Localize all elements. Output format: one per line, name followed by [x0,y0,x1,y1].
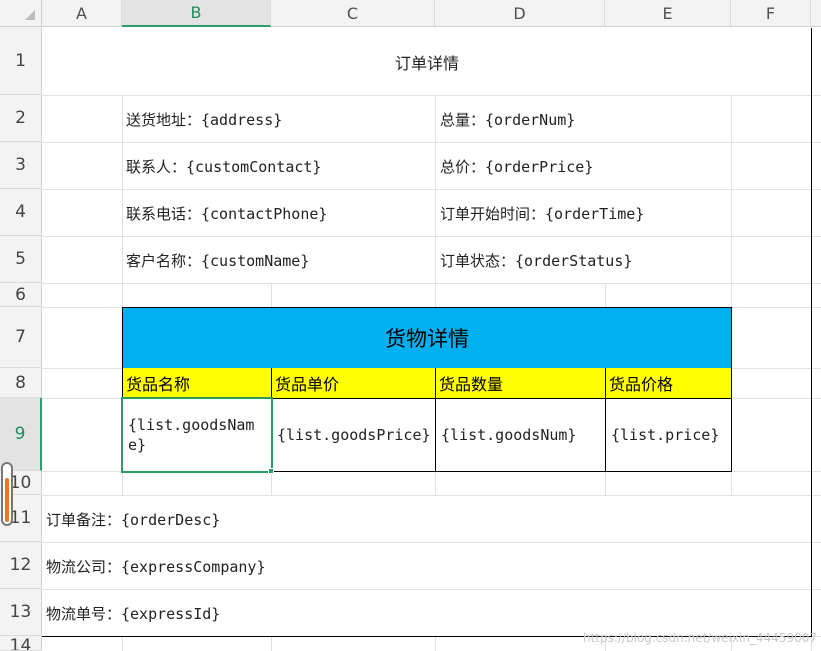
column-header-b[interactable]: B [122,0,271,27]
column-header-a[interactable]: A [42,0,122,27]
order-status-cell[interactable]: 订单状态：{orderStatus} [440,237,731,283]
express-company-cell[interactable]: 物流公司：{expressCompany} [46,543,806,589]
row-header-9[interactable]: 9 [0,398,42,471]
row-header-2[interactable]: 2 [0,95,42,142]
total-price-cell[interactable]: 总价：{orderPrice} [440,143,731,189]
select-all-icon [25,10,35,20]
contact-cell[interactable]: 联系人：{customContact} [126,143,435,189]
row-header-3[interactable]: 3 [0,142,42,189]
goods-price-header[interactable]: 货品单价 [272,368,436,399]
contact-phone-cell[interactable]: 联系电话：{contactPhone} [126,190,435,236]
column-header-f[interactable]: F [731,0,811,27]
goods-price-value[interactable]: {list.goodsPrice} [272,399,436,472]
row-header-4[interactable]: 4 [0,189,42,236]
express-id-cell[interactable]: 物流单号：{expressId} [46,590,806,636]
order-time-cell[interactable]: 订单开始时间：{orderTime} [440,190,731,236]
spreadsheet-grid[interactable]: A B C D E F 1 2 3 4 5 6 7 8 9 10 11 12 1… [0,0,821,651]
column-header-d[interactable]: D [435,0,605,27]
gridline [435,96,436,283]
order-desc-cell[interactable]: 订单备注：{orderDesc} [46,496,806,542]
goods-num-header[interactable]: 货品数量 [436,368,606,399]
column-header-e[interactable]: E [605,0,731,27]
row-header-8[interactable]: 8 [0,368,42,398]
address-cell[interactable]: 送货地址：{address} [126,96,435,142]
row-header-12[interactable]: 12 [0,542,42,589]
column-header-c[interactable]: C [271,0,435,27]
goods-num-value[interactable]: {list.goodsNum} [436,399,606,472]
row-header-7[interactable]: 7 [0,307,42,368]
active-cell-selection [121,397,273,473]
price-header[interactable]: 货品价格 [606,368,732,399]
scroll-thumb[interactable] [5,478,9,522]
goods-detail-header[interactable]: 货物详情 [122,307,732,369]
select-all-corner[interactable] [0,0,42,27]
gridline [42,283,821,284]
goods-name-header[interactable]: 货品名称 [122,368,272,399]
order-detail-title[interactable]: 订单详情 [43,28,811,95]
price-value[interactable]: {list.price} [606,399,732,472]
row-header-13[interactable]: 13 [0,589,42,636]
column-header-g[interactable] [811,0,821,27]
row-header-14[interactable]: 14 [0,636,42,651]
row-header-6[interactable]: 6 [0,283,42,307]
watermark: https://blog.csdn.net/weixin_44459007 [582,631,817,645]
customer-name-cell[interactable]: 客户名称：{customName} [126,237,435,283]
fill-handle[interactable] [268,468,274,474]
row-header-5[interactable]: 5 [0,236,42,283]
total-quantity-cell[interactable]: 总量：{orderNum} [440,96,731,142]
cell-border [811,28,812,636]
row-header-1[interactable]: 1 [0,27,42,95]
